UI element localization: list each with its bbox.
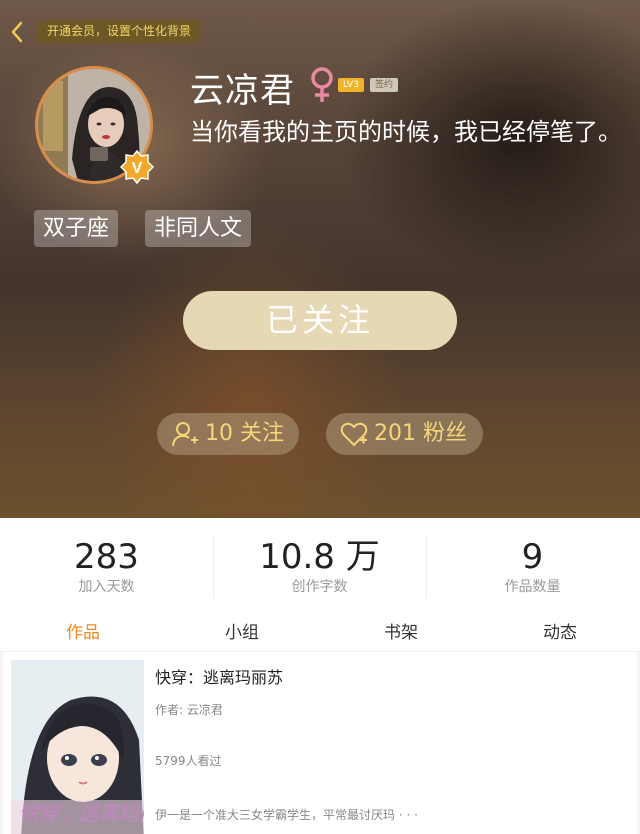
female-icon: [308, 66, 336, 104]
back-button[interactable]: [6, 20, 28, 44]
stat-works-count: 9 作品数量: [426, 518, 639, 596]
person-add-icon: [172, 422, 198, 447]
stat-value: 9: [521, 537, 544, 577]
chevron-left-icon: [11, 21, 23, 43]
stat-value: 283: [74, 537, 139, 577]
signed-author-badge: 签约: [370, 78, 398, 92]
stat-days-joined: 283 加入天数: [0, 518, 213, 596]
stat-label: 加入天数: [78, 579, 135, 595]
book-cover[interactable]: 快穿：逃离玛丽苏: [11, 660, 144, 834]
book-view-count: 5799人看过: [155, 754, 222, 768]
user-bio: 当你看我的主页的时候，我已经停笔了。: [190, 118, 622, 146]
vip-background-banner[interactable]: 开通会员，设置个性化背景: [38, 20, 201, 43]
verified-icon: V: [119, 149, 155, 185]
follow-button[interactable]: 已关注: [183, 291, 457, 350]
book-cover-image: 快穿：逃离玛丽苏: [11, 660, 144, 834]
verified-badge-letter: V: [132, 160, 143, 177]
heart-icon: [340, 422, 368, 447]
fans-count: 201 粉丝: [374, 421, 467, 446]
stat-value: 10.8 万: [259, 537, 380, 577]
following-count: 10 关注: [205, 421, 284, 446]
tag-genre[interactable]: 非同人文: [145, 210, 252, 247]
profile-tabs: 作品 小组 书架 动态: [0, 608, 640, 652]
following-button[interactable]: 10 关注: [157, 413, 299, 455]
fans-button[interactable]: 201 粉丝: [326, 413, 483, 455]
book-cover-title: 快穿：逃离玛丽苏: [19, 803, 144, 825]
profile-stats: 283 加入天数 10.8 万 创作字数 9 作品数量: [0, 518, 640, 608]
stat-label: 作品数量: [504, 579, 561, 595]
book-author: 作者: 云凉君: [155, 703, 223, 717]
tab-bookshelf[interactable]: 书架: [384, 618, 418, 643]
stat-word-count: 10.8 万 创作字数: [213, 518, 426, 596]
tag-zodiac[interactable]: 双子座: [34, 210, 119, 247]
tab-works[interactable]: 作品: [66, 618, 100, 643]
tab-groups[interactable]: 小组: [225, 618, 259, 643]
book-description: 伊一是一个准大三女学霸学生，平常最讨厌玛 · · ·: [155, 808, 418, 822]
stat-label: 创作字数: [291, 579, 348, 595]
tab-activity[interactable]: 动态: [543, 618, 577, 643]
book-title[interactable]: 快穿：逃离玛丽苏: [155, 664, 283, 688]
verified-badge: V: [119, 149, 155, 185]
username: 云凉君: [190, 71, 295, 111]
level-badge: LV3: [338, 78, 364, 92]
